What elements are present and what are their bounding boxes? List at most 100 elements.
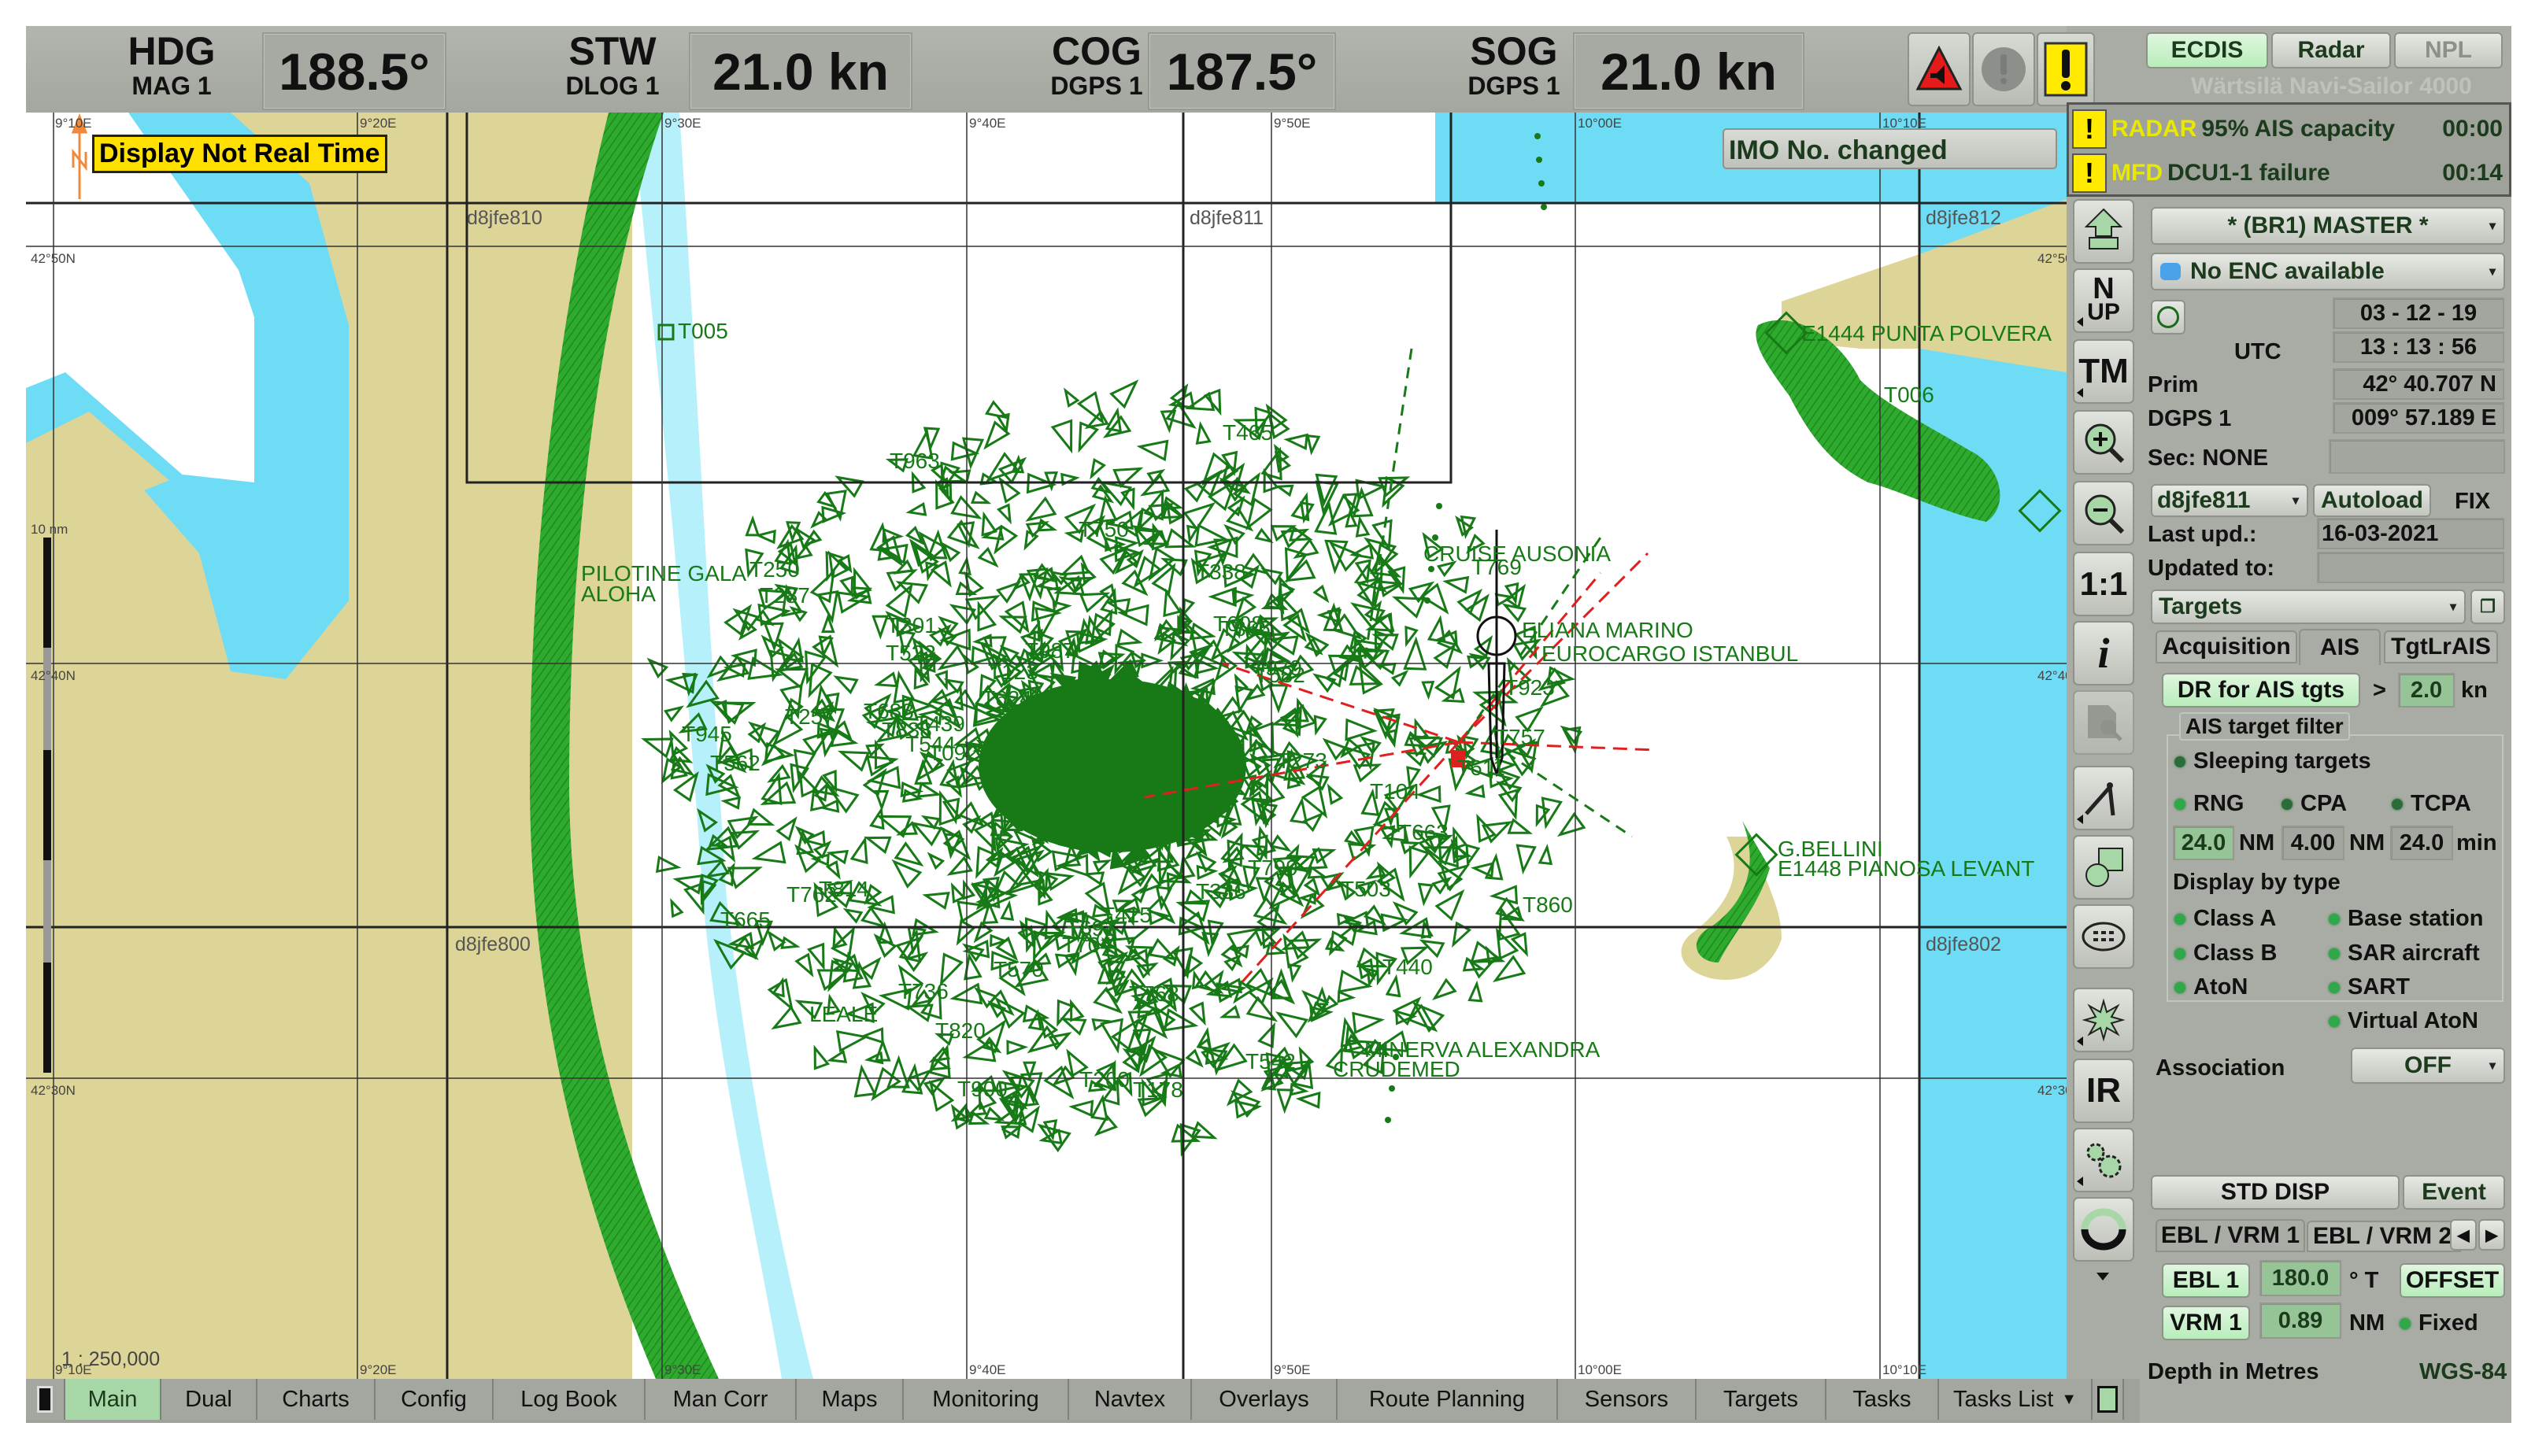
tab-scroll-right[interactable]: ▶	[2478, 1219, 2505, 1251]
type-toggle-virtual-aton[interactable]: Virtual AtoN	[2329, 1008, 2478, 1034]
tab-targets[interactable]: Targets	[1697, 1379, 1826, 1420]
rng-field[interactable]: 24.0	[2173, 826, 2234, 860]
tab-ebl-vrm-2[interactable]: EBL / VRM 2	[2307, 1221, 2461, 1252]
ais-target-label[interactable]: EUROCARGO ISTANBUL	[1541, 641, 1798, 667]
ais-target-label[interactable]: CRUDEMED	[1333, 1057, 1460, 1082]
brightness-button[interactable]	[2073, 988, 2134, 1052]
panel-toggle-button[interactable]	[26, 1379, 65, 1420]
ais-target-id[interactable]: T338	[1196, 560, 1246, 585]
type-toggle-class-a[interactable]: Class A	[2174, 906, 2276, 932]
tab-dual[interactable]: Dual	[161, 1379, 257, 1420]
ais-target-id[interactable]: T287	[760, 583, 810, 608]
ais-target-id[interactable]: T104	[1370, 779, 1420, 804]
navaid-label[interactable]: T006	[1884, 382, 1934, 408]
dr-speed-field[interactable]: 2.0	[2398, 673, 2455, 708]
event-button[interactable]: Event	[2403, 1175, 2505, 1210]
ais-target-label[interactable]: ELIANA MARINO	[1522, 618, 1693, 643]
fixed-toggle[interactable]: Fixed	[2400, 1310, 2478, 1336]
ais-target-id[interactable]: T799	[1248, 855, 1298, 881]
ais-target-id[interactable]: T178	[1133, 1077, 1183, 1103]
tab-ebl-vrm-1[interactable]: EBL / VRM 1	[2156, 1219, 2305, 1252]
ais-target-id[interactable]: T757	[1495, 725, 1545, 750]
alarm-acknowledge-button[interactable]	[1972, 32, 2035, 106]
tab-tasks-list[interactable]: Tasks List ▼	[1939, 1379, 2093, 1420]
cpa-toggle[interactable]: CPA	[2282, 791, 2347, 817]
ais-target-id[interactable]: T814	[819, 877, 869, 902]
autoload-button[interactable]: Autoload	[2313, 484, 2431, 517]
navaid-label[interactable]: T005	[678, 319, 728, 344]
type-toggle-class-b[interactable]: Class B	[2174, 940, 2277, 966]
panel-select[interactable]: Targets ▾	[2151, 589, 2466, 624]
tab-tasks[interactable]: Tasks	[1826, 1379, 1939, 1420]
ais-target-symbol[interactable]	[655, 855, 682, 874]
ais-target-id[interactable]: T465	[1223, 420, 1273, 445]
tab-main[interactable]: Main	[65, 1379, 161, 1420]
ais-target-id[interactable]: T250	[749, 557, 800, 582]
ais-target-id[interactable]: T562	[710, 751, 760, 776]
ais-target-id[interactable]: T301	[886, 613, 937, 638]
route-button[interactable]	[2073, 835, 2134, 900]
mode-tab-ecdis[interactable]: ECDIS	[2146, 32, 2268, 68]
ais-target-id[interactable]: T440	[1382, 955, 1433, 980]
chart-display[interactable]: Display Not Real Time IMO No. changed d8…	[26, 113, 2067, 1379]
ebl-bearing-field[interactable]: 180.0	[2259, 1260, 2341, 1296]
ais-target-id[interactable]: T544	[905, 732, 956, 757]
tab-maps[interactable]: Maps	[797, 1379, 904, 1420]
keypad-button[interactable]	[2073, 904, 2134, 969]
compass-divider-button[interactable]	[2073, 766, 2134, 830]
ais-target-id[interactable]: T273	[1277, 748, 1327, 774]
cell-select[interactable]: d8jfe811 ▾	[2151, 484, 2308, 517]
undock-panel-button[interactable]: ❐	[2470, 589, 2505, 624]
navaid-label[interactable]: E1444 PUNTA POLVERA	[1801, 321, 2052, 346]
ais-target-id[interactable]: T336	[1196, 879, 1246, 904]
ais-target-symbol[interactable]	[667, 898, 684, 918]
ebl-1-button[interactable]: EBL 1	[2162, 1263, 2250, 1298]
ais-target-id[interactable]: T624	[982, 686, 1032, 711]
chart-canvas[interactable]	[26, 113, 2067, 1379]
mode-tab-radar[interactable]: Radar	[2271, 32, 2391, 68]
warning-list-button[interactable]	[2037, 32, 2095, 106]
tab-config[interactable]: Config	[376, 1379, 494, 1420]
ais-target-id[interactable]: T900	[957, 1077, 1008, 1102]
north-up-button[interactable]: N UP	[2073, 268, 2134, 333]
type-toggle-sart[interactable]: SART	[2329, 974, 2410, 1000]
ais-target-id[interactable]: T570	[994, 957, 1044, 982]
subtab-tgtlrais[interactable]: TgtLrAIS	[2384, 630, 2498, 663]
ais-target-id[interactable]: T663	[1398, 820, 1449, 845]
type-toggle-sar-aircraft[interactable]: SAR aircraft	[2329, 940, 2480, 966]
ais-target-id[interactable]: T945	[682, 722, 732, 747]
tcpa-toggle[interactable]: TCPA	[2392, 791, 2471, 817]
ais-target-id[interactable]: T503	[1341, 877, 1391, 902]
ais-target-id[interactable]: T860	[1523, 892, 1573, 918]
tab-man-corr[interactable]: Man Corr	[646, 1379, 797, 1420]
rng-toggle[interactable]: RNG	[2174, 791, 2244, 817]
alarm-row[interactable]: ! MFD DCU1-1 failure 00:14	[2069, 152, 2509, 194]
ais-target-id[interactable]: T769	[1471, 555, 1522, 580]
cpa-field[interactable]: 4.00	[2282, 826, 2344, 860]
ais-target-id[interactable]: T691	[1066, 916, 1116, 941]
subtab-ais[interactable]: AIS	[2299, 629, 2381, 665]
alarm-list[interactable]: ! RADAR 95% AIS capacity 00:00 ! MFD DCU…	[2067, 102, 2511, 197]
ais-target-id[interactable]: T865	[1220, 616, 1271, 641]
dr-for-ais-targets-button[interactable]: DR for AIS tgts	[2162, 673, 2360, 708]
zoom-in-button[interactable]	[2073, 410, 2134, 475]
ir-button[interactable]: IR	[2073, 1059, 2134, 1123]
type-toggle-aton[interactable]: AtoN	[2174, 974, 2248, 1000]
tab-navtex[interactable]: Navtex	[1069, 1379, 1192, 1420]
ais-target-id[interactable]: T542	[1245, 1049, 1296, 1074]
tab-route-planning[interactable]: Route Planning	[1338, 1379, 1558, 1420]
tcpa-field[interactable]: 24.0	[2390, 826, 2453, 860]
std-disp-button[interactable]: STD DISP	[2151, 1175, 2400, 1210]
center-own-ship-button[interactable]	[2073, 199, 2134, 264]
one-to-one-button[interactable]: 1:1	[2073, 552, 2134, 616]
ais-target-id[interactable]: T522	[886, 641, 936, 666]
association-select[interactable]: OFF ▾	[2351, 1048, 2505, 1084]
vrm-range-field[interactable]: 0.89	[2259, 1303, 2341, 1339]
type-toggle-base-station[interactable]: Base station	[2329, 906, 2483, 932]
ais-target-symbol[interactable]	[641, 730, 674, 759]
ais-target-id[interactable]: T582	[1255, 663, 1305, 688]
ais-target-id[interactable]: T736	[898, 979, 949, 1004]
tab-sensors[interactable]: Sensors	[1558, 1379, 1697, 1420]
tab-scroll-left[interactable]: ◀	[2450, 1219, 2477, 1251]
tab-overlays[interactable]: Overlays	[1192, 1379, 1338, 1420]
